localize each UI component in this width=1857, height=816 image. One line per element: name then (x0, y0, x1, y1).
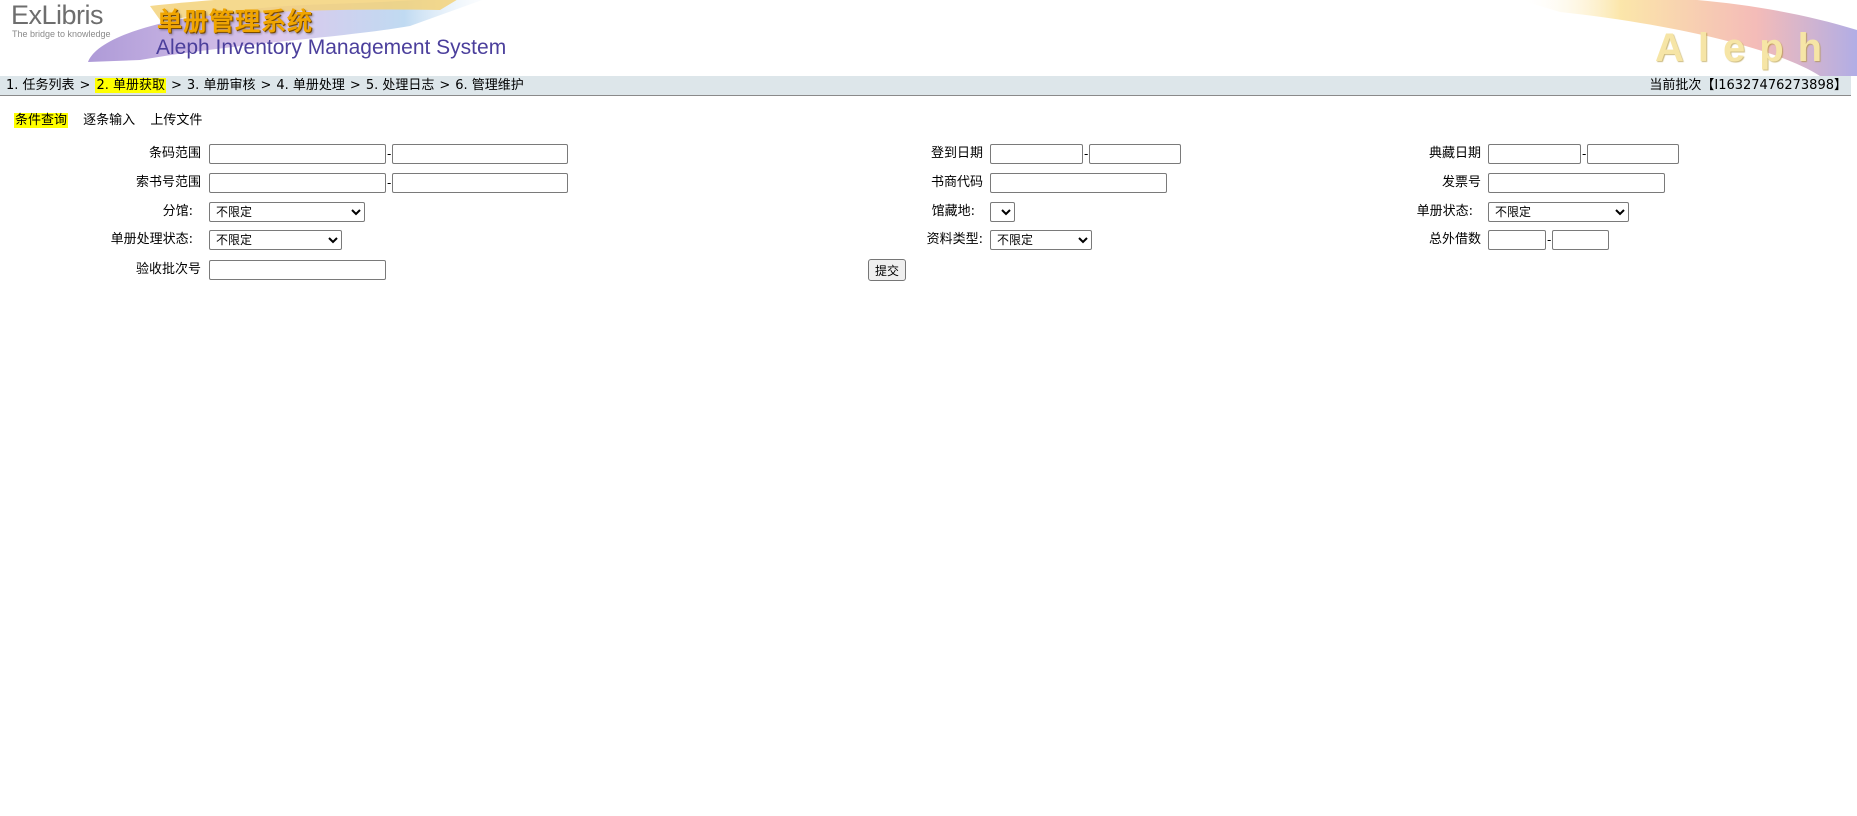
vendor-code-label: 书商代码 (930, 175, 983, 190)
step-separator: > (349, 78, 361, 93)
item-status-select[interactable]: 不限定 (1488, 202, 1629, 222)
step-item-process[interactable]: 4. 单册处理 (276, 78, 345, 93)
arrival-date-label: 登到日期 (930, 146, 983, 161)
invoice-no-input[interactable] (1488, 173, 1665, 193)
range-dash: - (387, 176, 392, 190)
collection-label: 馆藏地: (931, 204, 975, 219)
item-process-status-select[interactable]: 不限定 (209, 230, 342, 250)
invoice-no-label: 发票号 (1441, 175, 1481, 190)
branch-label: 分馆: (162, 204, 193, 219)
title-english: Aleph Inventory Management System (156, 36, 507, 59)
total-loans-label: 总外借数 (1428, 232, 1481, 247)
collection-select[interactable] (990, 202, 1015, 222)
acceptance-batch-input[interactable] (209, 260, 386, 280)
barcode-from-input[interactable] (209, 144, 386, 164)
arrival-date-from-input[interactable] (990, 144, 1083, 164)
range-dash: - (1084, 147, 1089, 161)
range-dash: - (1547, 233, 1552, 247)
item-process-status-label: 单册处理状态: (110, 232, 193, 247)
tab-single-entry[interactable]: 逐条输入 (83, 113, 135, 128)
title-chinese: 单册管理系统 (157, 7, 314, 36)
step-item-review[interactable]: 3. 单册审核 (187, 78, 256, 93)
callno-to-input[interactable] (392, 173, 568, 193)
step-admin[interactable]: 6. 管理维护 (455, 78, 524, 93)
step-list: 1. 任务列表 >2. 单册获取 >3. 单册审核 >4. 单册处理 >5. 处理日志 >… (6, 76, 524, 95)
shelving-date-label: 典藏日期 (1428, 146, 1481, 161)
tab-upload-file[interactable]: 上传文件 (150, 113, 202, 128)
material-type-select[interactable]: 不限定 (990, 230, 1092, 250)
total-loans-to-input[interactable] (1552, 230, 1609, 250)
item-status-label: 单册状态: (1416, 204, 1473, 219)
step-separator: > (79, 78, 91, 93)
current-batch: 当前批次【I16327476273898】 (1649, 78, 1847, 93)
shelving-date-to-input[interactable] (1587, 144, 1679, 164)
vendor-code-input[interactable] (990, 173, 1167, 193)
branch-select[interactable]: 不限定 (209, 202, 365, 222)
exlibris-logo: ExLibris The bridge to knowledge (11, 0, 111, 39)
step-navigation-bar: 1. 任务列表 >2. 单册获取 >3. 单册审核 >4. 单册处理 >5. 处理日志 >… (0, 76, 1851, 96)
step-separator: > (260, 78, 272, 93)
range-dash: - (387, 147, 392, 161)
submit-button[interactable]: 提交 (868, 259, 907, 281)
acceptance-batch-label: 验收批次号 (135, 262, 201, 277)
total-loans-from-input[interactable] (1488, 230, 1546, 250)
material-type-label: 资料类型: (926, 232, 983, 247)
tab-condition-query[interactable]: 条件查询 (14, 113, 69, 128)
step-item-acquire[interactable]: 2. 单册获取 (95, 78, 166, 93)
logo-text: ExLibris (11, 0, 104, 30)
barcode-to-input[interactable] (392, 144, 568, 164)
arrival-date-to-input[interactable] (1089, 144, 1181, 164)
barcode-range-label: 条码范围 (148, 146, 201, 161)
callno-from-input[interactable] (209, 173, 386, 193)
sub-tabs: 条件查询 逐条输入 上传文件 (14, 112, 213, 130)
step-task-list[interactable]: 1. 任务列表 (6, 78, 75, 93)
shelving-date-from-input[interactable] (1488, 144, 1581, 164)
range-dash: - (1582, 147, 1587, 161)
step-process-log[interactable]: 5. 处理日志 (366, 78, 435, 93)
logo-tagline: The bridge to knowledge (12, 29, 111, 39)
callno-range-label: 索书号范围 (135, 175, 201, 190)
app-header: ExLibris The bridge to knowledge 单册管理系统 … (0, 0, 1857, 76)
aleph-watermark: Aleph (1655, 26, 1837, 70)
step-separator: > (439, 78, 451, 93)
step-separator: > (171, 78, 182, 93)
